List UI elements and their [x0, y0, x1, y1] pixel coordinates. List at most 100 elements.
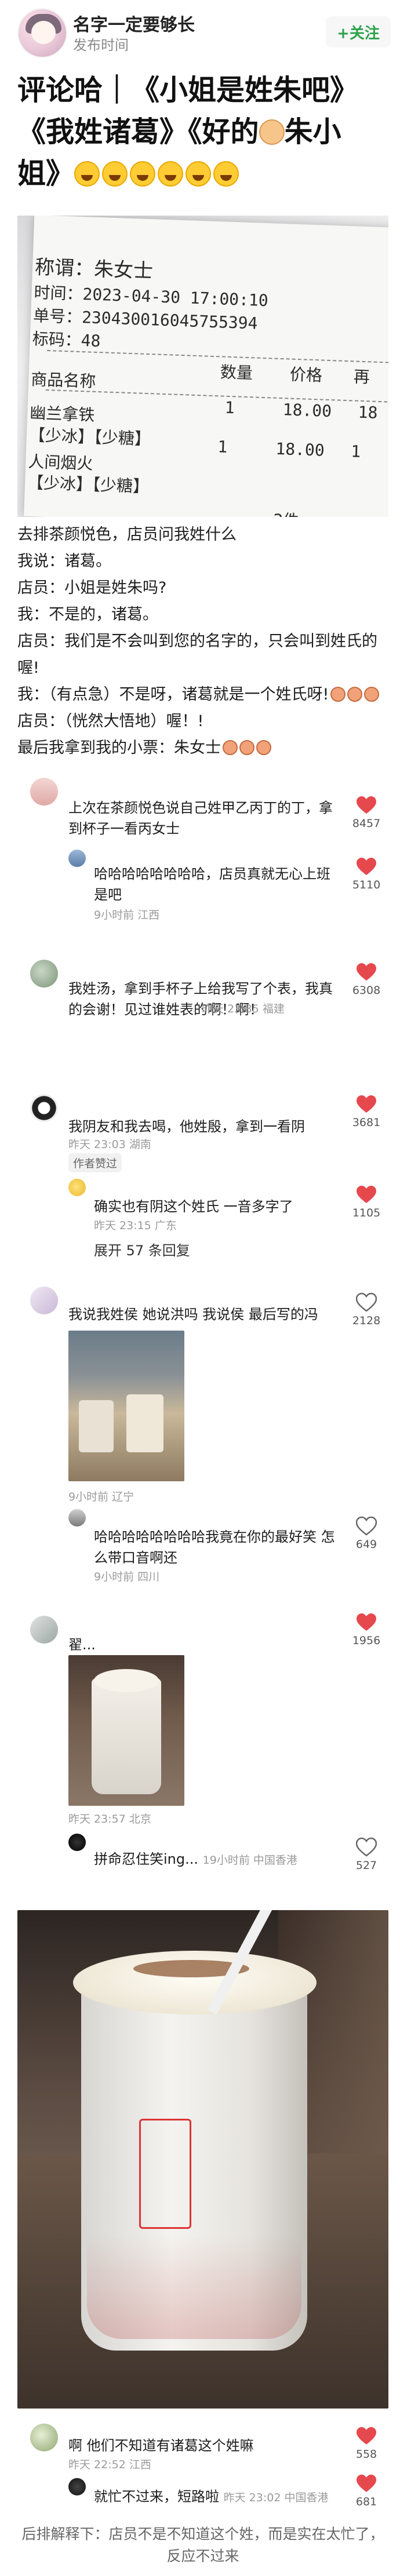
like-count: 8457 — [352, 817, 381, 830]
like-heart-icon[interactable] — [356, 1612, 377, 1632]
reply-avatar[interactable] — [68, 1834, 86, 1851]
cream-top-shape — [94, 1669, 159, 1692]
receipt-paper: 称谓：朱女士 时间：2023-04-30 17:00:10 单号：2304300… — [24, 216, 388, 517]
receipt-item2-options: 【少冰】【少糖】 — [27, 472, 150, 497]
reply-avatar[interactable] — [68, 1509, 86, 1526]
reply-text-content: 就忙不过来，短路啦 — [94, 2488, 219, 2505]
post-line: 店员：小姐是姓朱吗? — [17, 579, 167, 597]
reply-meta: 9小时前 江西 — [94, 909, 160, 921]
receipt-title: 称谓：朱女士 — [34, 256, 154, 283]
crying-emoji-icon — [364, 687, 380, 702]
footer-line2: 反应不过来 — [166, 2548, 239, 2564]
laughing-emoji-icon — [158, 161, 184, 187]
receipt-col-price: 价格 — [289, 365, 323, 385]
crying-emoji-icon — [239, 740, 254, 755]
comment-text: 我说我姓侯 她说洪吗 我说侯 最后写的冯 — [68, 1306, 318, 1322]
like-heart-icon[interactable] — [356, 2473, 377, 2493]
post-title-line3: 姐》 — [17, 153, 388, 195]
crying-emoji-icon — [223, 740, 238, 755]
reply-meta: 9小时前 四川 — [94, 1571, 160, 1583]
like-heart-icon[interactable] — [356, 857, 377, 876]
receipt-item2-amount: 1 — [350, 442, 361, 461]
reply-meta: 19小时前 中国香港 — [202, 1854, 297, 1867]
follow-button[interactable]: +关注 — [326, 16, 391, 48]
like-heart-icon[interactable] — [356, 1516, 377, 1536]
reply-avatar[interactable] — [68, 1179, 86, 1196]
cup-shape — [126, 1394, 163, 1452]
laughing-emoji-icon — [213, 161, 239, 187]
receipt-photo[interactable]: 称谓：朱女士 时间：2023-04-30 17:00:10 单号：2304300… — [17, 216, 388, 517]
like-count: 5110 — [352, 879, 381, 891]
receipt-col-amount: 再 — [353, 367, 370, 387]
post-line-text: 我：（有点急）不是呀，诸葛就是一个姓氏呀! — [17, 686, 329, 704]
like-count: 527 — [355, 1859, 377, 1872]
like-count: 2128 — [352, 1314, 381, 1327]
expand-replies-link[interactable]: 展开 57 条回复 — [94, 1239, 190, 1259]
comment-meta: 9小时前 辽宁 — [68, 1491, 134, 1503]
receipt-bottom-count: 2件 — [273, 508, 300, 517]
author-name[interactable]: 名字一定要够长 — [73, 10, 195, 36]
receipt-item1-price: 18.00 — [282, 400, 332, 421]
cup-print-pattern — [87, 2235, 301, 2339]
comment-meta: 昨天 23:35 福建 — [202, 1003, 285, 1015]
like-count: 1105 — [352, 1207, 381, 1219]
post-title-line1: 评论哈｜《小姐是姓朱吧》 — [17, 74, 359, 107]
post-title-line2b-text: 朱小 — [284, 115, 341, 148]
receipt-item1-options: 【少冰】【少糖】 — [28, 425, 151, 449]
publish-time: 发布时间 — [73, 37, 129, 53]
commenter-avatar[interactable] — [30, 1287, 58, 1314]
post-line: 最后我拿到我的小票：朱女士 — [17, 735, 388, 761]
receipt-tag-no: 标码：48 — [32, 329, 101, 351]
ok-hand-icon — [259, 119, 285, 145]
reply-avatar[interactable] — [68, 2478, 86, 2495]
comment-text: 我阴友和我去喝，他姓殷，拿到一看阴 — [68, 1118, 305, 1135]
commenter-avatar[interactable] — [30, 2424, 58, 2451]
like-count: 3681 — [352, 1116, 381, 1129]
large-cup-photo[interactable] — [17, 1910, 388, 2409]
like-heart-icon[interactable] — [356, 1185, 377, 1204]
crying-emoji-icon — [347, 687, 363, 702]
commenter-avatar[interactable] — [30, 778, 58, 806]
like-count: 681 — [355, 2495, 377, 2508]
reply-meta: 昨天 23:02 中国香港 — [223, 2491, 329, 2504]
cup-label-highlight — [139, 2119, 191, 2229]
like-heart-icon[interactable] — [356, 1837, 377, 1857]
like-heart-icon[interactable] — [356, 962, 377, 982]
receipt-item1-qty: 1 — [224, 398, 235, 418]
post-line: 去排茶颜悦色，店员问我姓什么 — [17, 526, 237, 544]
commenter-avatar[interactable] — [30, 1616, 58, 1644]
reply-text: 哈哈哈哈哈哈哈哈，店员真就无心上班是吧 — [94, 866, 330, 903]
comment-image-cup[interactable] — [68, 1655, 184, 1806]
reply-avatar[interactable] — [68, 850, 86, 867]
post-line: 店员：（恍然大悟地）喔！! — [17, 712, 204, 730]
like-heart-icon[interactable] — [356, 795, 377, 815]
like-count: 1956 — [352, 1634, 381, 1647]
like-heart-icon[interactable] — [356, 2426, 377, 2446]
like-heart-icon[interactable] — [356, 1094, 377, 1114]
laughing-emoji-icon — [130, 161, 156, 187]
reply-text: 确实也有阴这个姓氏 一音多字了 — [94, 1198, 293, 1215]
post-line: 我：不是的，诸葛。 — [17, 606, 158, 624]
post-title-line3-text: 姐》 — [17, 157, 75, 190]
like-count: 6308 — [352, 984, 381, 997]
reply-text: 拼命忍住笑ing... 19小时前 中国香港 — [94, 1849, 337, 1871]
commenter-avatar[interactable] — [30, 960, 58, 988]
comment-meta: 昨天 22:52 江西 — [68, 2458, 151, 2471]
post-line: 店员：我们是不会叫到您的名字的，只会叫到姓氏的喔! — [17, 632, 377, 677]
like-count: 558 — [355, 2448, 377, 2461]
receipt-item2-qty: 1 — [217, 437, 228, 457]
reply-text: 哈哈哈哈哈哈哈哈我竟在你的最好笑 怎么带口音啊还 — [94, 1529, 335, 1566]
footer-explanation: 后排解释下：店员不是不知道这个姓，而是实在太忙了， 反应不过来 — [17, 2523, 388, 2567]
crying-emoji-icon — [256, 740, 271, 755]
like-count: 649 — [355, 1538, 377, 1551]
post-line-text: 最后我拿到我的小票：朱女士 — [17, 739, 221, 757]
like-heart-icon[interactable] — [356, 1292, 377, 1312]
receipt-col-name: 商品名称 — [30, 369, 96, 391]
comment-text: 上次在茶颜悦色说自己姓甲乙丙丁的丁，拿到杯子一看丙女士 — [68, 800, 333, 837]
commenter-avatar[interactable] — [30, 1094, 58, 1122]
receipt-divider — [45, 389, 388, 403]
comment-image-cups[interactable] — [68, 1331, 184, 1481]
footer-line1: 后排解释下：店员不是不知道这个姓，而是实在太忙了， — [21, 2526, 384, 2542]
cup-shape — [79, 1400, 114, 1452]
author-avatar[interactable] — [17, 8, 67, 58]
